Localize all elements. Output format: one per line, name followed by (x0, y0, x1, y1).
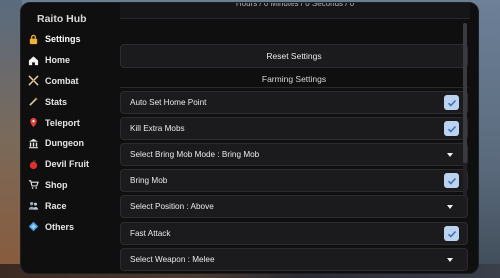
dropdown-select-weapon[interactable]: Select Weapon : Melee (120, 248, 468, 271)
dropdown-bring-mob-mode[interactable]: Select Bring Mob Mode : Bring Mob (120, 143, 468, 166)
row-label: Select Weapon : Melee (130, 255, 215, 264)
sidebar-item-teleport[interactable]: Teleport (27, 112, 117, 133)
chevron-down-icon (447, 152, 453, 157)
chevron-down-icon (447, 204, 453, 209)
row-label: Kill Extra Mobs (130, 124, 185, 133)
sidebar-item-label: Others (45, 221, 75, 232)
sword-icon (27, 96, 39, 108)
row-label: Bring Mob (130, 176, 168, 185)
reset-settings-button[interactable]: Reset Settings (120, 44, 468, 68)
sidebar-item-dungeon[interactable]: Dungeon (27, 133, 117, 154)
checkbox[interactable] (444, 226, 459, 241)
check-icon (447, 99, 456, 107)
row-label: Select Position : Above (130, 202, 214, 211)
check-icon (447, 230, 456, 238)
home-icon (27, 54, 39, 66)
lock-icon (27, 33, 39, 45)
toggle-kill-extra-mobs[interactable]: Kill Extra Mobs (120, 117, 468, 140)
sidebar-item-label: Dungeon (45, 138, 84, 149)
sidebar-item-devil-fruit[interactable]: Devil Fruit (27, 154, 117, 175)
scrollbar[interactable] (463, 23, 467, 198)
sidebar-item-label: Devil Fruit (45, 159, 90, 170)
dropdown-select-position[interactable]: Select Position : Above (120, 195, 468, 218)
game-background-left (0, 0, 22, 278)
cart-icon (27, 179, 39, 191)
row-label: Select Bring Mob Mode : Bring Mob (130, 150, 260, 159)
sidebar-item-label: Stats (45, 96, 68, 107)
check-icon (447, 177, 456, 185)
crossed-swords-icon (27, 75, 39, 87)
toggle-bring-mob[interactable]: Bring Mob (120, 169, 468, 192)
sidebar-item-stats[interactable]: Stats (27, 91, 117, 112)
sidebar-item-combat[interactable]: Combat (27, 71, 117, 92)
sidebar-item-label: Shop (45, 179, 68, 190)
hub-title: Raito Hub (37, 13, 87, 25)
checkbox[interactable] (444, 95, 459, 110)
checkbox[interactable] (444, 173, 459, 188)
row-label: Auto Set Home Point (130, 98, 207, 107)
apple-icon (27, 158, 39, 170)
section-divider (120, 87, 468, 88)
scrollbar-thumb[interactable] (463, 23, 467, 163)
chevron-down-icon (447, 257, 453, 262)
people-icon (27, 200, 39, 212)
toggle-fast-attack[interactable]: Fast Attack (120, 222, 468, 245)
section-title-farming: Farming Settings (261, 74, 327, 84)
sidebar-item-home[interactable]: Home (27, 50, 117, 71)
sidebar-item-race[interactable]: Race (27, 195, 117, 216)
main-content: Hours / 0 Minutes / 0 Seconds / 0 Reset … (120, 3, 470, 273)
checkbox[interactable] (444, 121, 459, 136)
check-icon (447, 125, 456, 133)
hub-window: Raito Hub Settings Home Combat Stats Tel… (20, 2, 479, 274)
sidebar-item-settings[interactable]: Settings (27, 29, 117, 50)
sidebar-item-others[interactable]: Others (27, 216, 117, 237)
partial-row-timer: Hours / 0 Minutes / 0 Seconds / 0 (120, 3, 470, 19)
sidebar-item-label: Race (45, 200, 67, 211)
location-icon (27, 117, 39, 129)
diamond-icon (27, 221, 39, 233)
bank-icon (27, 137, 39, 149)
sidebar-item-label: Teleport (45, 117, 80, 128)
sidebar-item-label: Combat (45, 75, 79, 86)
row-label: Fast Attack (130, 229, 171, 238)
sidebar-item-label: Settings (45, 34, 81, 45)
sidebar-nav: Settings Home Combat Stats Teleport Dung… (27, 29, 117, 237)
sidebar-item-label: Home (45, 55, 71, 66)
toggle-auto-set-home-point[interactable]: Auto Set Home Point (120, 91, 468, 114)
sidebar: Raito Hub Settings Home Combat Stats Tel… (21, 3, 119, 273)
sidebar-item-shop[interactable]: Shop (27, 175, 117, 196)
